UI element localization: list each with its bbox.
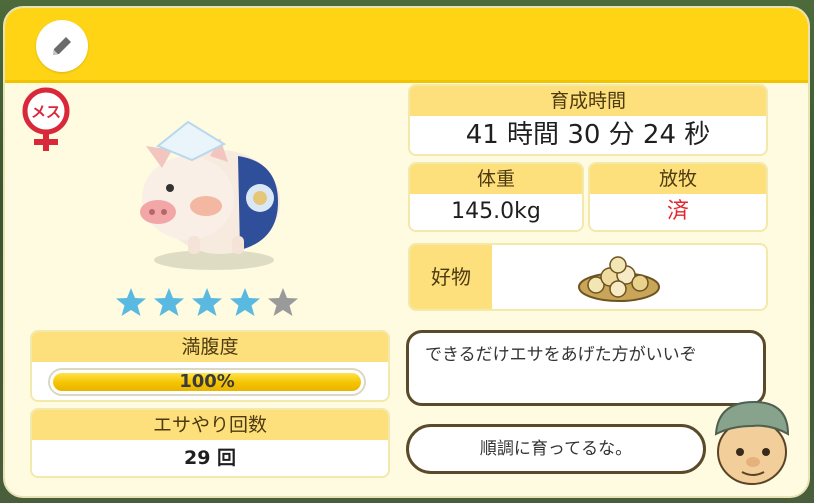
- grazing-label: 放牧: [590, 164, 766, 194]
- favorite-food-image: [492, 245, 766, 309]
- comment-speech-bubble: 順調に育ってるな。: [406, 424, 706, 474]
- growth-time-value: 41 時間 30 分 24 秒: [465, 120, 711, 150]
- growth-time-box: 育成時間 41 時間 30 分 24 秒: [408, 84, 768, 156]
- feed-count-value: 29 回: [183, 447, 237, 469]
- pig-image: [128, 110, 288, 280]
- fullness-bar: 100%: [48, 368, 366, 396]
- favorite-food-label: 好物: [410, 245, 492, 309]
- fullness-value: 100%: [179, 371, 235, 392]
- growth-time-label: 育成時間: [410, 86, 766, 116]
- star-filled-icon: [116, 288, 146, 316]
- star-filled-icon: [154, 288, 184, 316]
- weight-label: 体重: [410, 164, 582, 194]
- feed-count-label: エサやり回数: [32, 410, 388, 440]
- fullness-label: 満腹度: [32, 332, 388, 362]
- feed-count-box: エサやり回数 29 回: [30, 408, 390, 478]
- weight-value: 145.0kg: [451, 199, 541, 224]
- star-filled-icon: [192, 288, 222, 316]
- fullness-box: 満腹度 100%: [30, 330, 390, 402]
- pencil-icon: [53, 37, 71, 55]
- favorite-food-box: 好物: [408, 243, 768, 311]
- gender-label: メス: [31, 103, 61, 121]
- rating-stars: [115, 286, 305, 320]
- female-gender-icon: メス: [20, 85, 76, 155]
- star-empty-icon: [268, 288, 298, 316]
- grazing-box: 放牧 済: [588, 162, 768, 232]
- farmer-avatar: [704, 394, 800, 490]
- grazing-value: 済: [666, 199, 689, 224]
- grain-feed-icon: [578, 256, 660, 302]
- star-filled-icon: [230, 288, 260, 316]
- panel-header: [5, 8, 808, 83]
- weight-box: 体重 145.0kg: [408, 162, 584, 232]
- edit-button[interactable]: [36, 20, 88, 72]
